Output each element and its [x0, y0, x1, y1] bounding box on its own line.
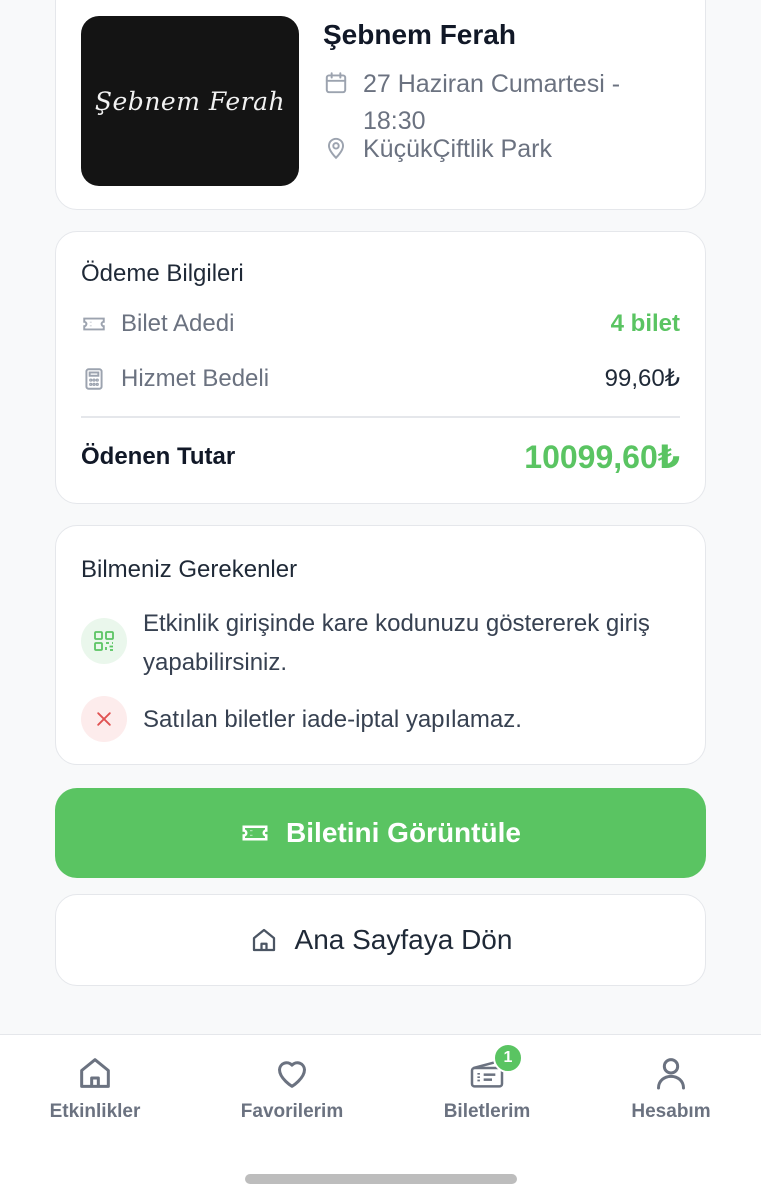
- event-date-row: 27 Haziran Cumartesi - 18:30: [323, 66, 663, 140]
- event-venue-row: KüçükÇiftlik Park: [323, 131, 663, 168]
- home-icon: [80, 1058, 110, 1088]
- event-image: Şebnem Ferah: [81, 16, 299, 186]
- tab-events-label: Etkinlikler: [49, 1101, 141, 1122]
- tab-account[interactable]: Hesabım: [576, 1053, 761, 1123]
- tab-tickets[interactable]: 1 Biletlerim: [392, 1043, 582, 1123]
- info-qr-row: Etkinlik girişinde kare kodunuzu göstere…: [81, 604, 680, 682]
- service-fee-row: Hizmet Bedeli 99,60₺: [81, 364, 680, 393]
- tab-favorites[interactable]: Favorilerim: [197, 1053, 387, 1123]
- total-label: Ödenen Tutar: [81, 443, 236, 470]
- event-title: Şebnem Ferah: [323, 19, 516, 50]
- ticket-icon: [242, 825, 268, 841]
- location-pin-icon: [327, 137, 345, 160]
- event-card: Şebnem Ferah Şebnem Ferah 27 Haziran Cum…: [55, 0, 706, 210]
- ticket-icon: [83, 317, 105, 331]
- service-fee-label: Hizmet Bedeli: [121, 364, 270, 392]
- ticket-count-label: Bilet Adedi: [121, 310, 235, 337]
- info-refund-row: Satılan biletler iade-iptal yapılamaz.: [81, 696, 680, 742]
- user-icon: [657, 1058, 685, 1090]
- service-fee-value: 99,60₺: [604, 365, 680, 392]
- back-to-home-button[interactable]: Ana Sayfaya Dön: [55, 894, 706, 986]
- view-ticket-label: Biletini Görüntüle: [286, 817, 521, 848]
- qr-info-text: Etkinlik girişinde kare kodunuzu göstere…: [143, 610, 650, 676]
- view-ticket-button[interactable]: Biletini Görüntüle: [55, 788, 706, 878]
- tab-tickets-label: Biletlerim: [443, 1101, 531, 1122]
- qr-code-icon: [94, 631, 114, 651]
- qr-badge: [81, 618, 127, 664]
- home-indicator: [245, 1174, 517, 1184]
- heart-icon: [278, 1061, 306, 1088]
- home-icon: [252, 928, 275, 952]
- payment-section-title: Ödeme Bilgileri: [81, 260, 244, 287]
- tickets-count-badge: 1: [493, 1043, 523, 1073]
- calculator-icon: [85, 367, 103, 390]
- back-to-home-label: Ana Sayfaya Dön: [294, 924, 513, 955]
- event-venue: KüçükÇiftlik Park: [363, 135, 552, 163]
- info-card: Bilmeniz Gerekenler Etkinlik girişinde k…: [55, 525, 706, 765]
- ticket-count-value: 4 bilet: [610, 310, 680, 337]
- ticket-count-row: Bilet Adedi 4 bilet: [81, 310, 680, 338]
- event-logo-text: Şebnem Ferah: [94, 86, 286, 116]
- payment-info-card: Ödeme Bilgileri Bilet Adedi 4 bilet Hizm…: [55, 231, 706, 504]
- tickets-icon-wrap: 1: [467, 1043, 523, 1093]
- total-value: 10099,60₺: [524, 439, 680, 475]
- info-section-title: Bilmeniz Gerekenler: [81, 556, 298, 583]
- tab-account-label: Hesabım: [631, 1101, 711, 1122]
- tab-events[interactable]: Etkinlikler: [0, 1053, 190, 1123]
- refund-badge: [81, 696, 127, 742]
- payment-divider: [81, 416, 680, 418]
- calendar-icon: [325, 72, 347, 94]
- refund-info-text: Satılan biletler iade-iptal yapılamaz.: [143, 705, 522, 733]
- total-row: Ödenen Tutar 10099,60₺: [81, 438, 680, 476]
- close-icon: [97, 712, 111, 726]
- tab-favorites-label: Favorilerim: [240, 1101, 344, 1122]
- event-date: 27 Haziran Cumartesi - 18:30: [363, 70, 621, 135]
